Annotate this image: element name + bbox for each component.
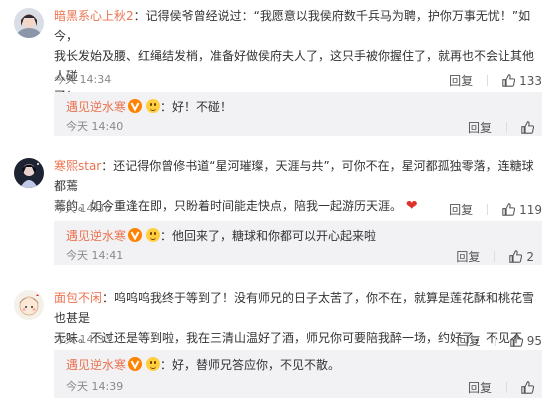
- emoji-smile-icon: [146, 228, 161, 242]
- comment-content: ：还记得你曾修书道“星河璀璨，天涯与共”，可你不在，星河都孤独零落，连糖球都蔫: [54, 159, 534, 193]
- divider: [494, 251, 496, 262]
- reply-username[interactable]: 遇见逆水寒: [66, 229, 126, 243]
- reply-text: 遇见逆水寒 ：好！不碰！: [66, 97, 534, 117]
- verified-badge-icon: [128, 357, 143, 371]
- avatar[interactable]: [14, 290, 44, 320]
- comment-actions: 回复 119: [449, 201, 542, 218]
- divider: [487, 75, 489, 86]
- comment-item: 暗黑系心上秋2：记得侯爷曾经说过：“我愿意以我侯府数千兵马为聘，护你万事无忧！”…: [0, 0, 550, 136]
- like-button[interactable]: 95: [510, 334, 542, 348]
- reply-username[interactable]: 遇见逆水寒: [66, 100, 126, 114]
- reply-box: 遇见逆水寒 ：好，替师兄答应你，不见不散。 今天 14:39 回复: [54, 350, 542, 398]
- comment-actions: 回复 133: [449, 72, 542, 89]
- divider: [506, 122, 507, 133]
- reply-box: 遇见逆水寒 ：好！不碰！ 今天 14:40 回复: [54, 92, 542, 136]
- emoji-smile-icon: [146, 357, 161, 371]
- thumbs-up-icon: [502, 74, 516, 87]
- comment-username[interactable]: 面包不闲: [54, 291, 102, 305]
- comment-text: 暗黑系心上秋2：记得侯爷曾经说过：“我愿意以我侯府数千兵马为聘，护你万事无忧！”…: [54, 6, 542, 106]
- reply-box: 遇见逆水寒 ：他回来了，糖球和你都可以开心起来啦 今天 14:41 回复 2: [54, 221, 542, 265]
- reply-time: 今天 14:39: [66, 380, 124, 393]
- divider: [494, 335, 496, 346]
- thumbs-up-icon: [521, 121, 534, 134]
- emoji-smile-icon: [146, 99, 161, 113]
- avatar[interactable]: [14, 8, 44, 38]
- like-count: 2: [526, 249, 534, 264]
- like-button[interactable]: 2: [509, 250, 534, 264]
- thumbs-up-icon: [510, 334, 523, 347]
- divider: [487, 204, 489, 215]
- reply-button[interactable]: 回复: [456, 248, 480, 265]
- reply-text: 遇见逆水寒 ：他回来了，糖球和你都可以开心起来啦: [66, 226, 534, 246]
- reply-actions: 回复: [468, 119, 534, 136]
- reply-content: ：他回来了，糖球和你都可以开心起来啦: [160, 229, 377, 243]
- comment-item: 寒熙star：还记得你曾修书道“星河璀璨，天涯与共”，可你不在，星河都孤独零落，…: [0, 150, 550, 270]
- reply-button[interactable]: 回复: [457, 332, 481, 349]
- reply-content: ：好，替师兄答应你，不见不散。: [160, 358, 341, 372]
- thumbs-up-icon: [502, 203, 516, 216]
- reply-actions: 回复: [468, 379, 534, 396]
- red-heart-icon: ❤: [405, 198, 418, 214]
- comment-time: 今天 14:36: [54, 202, 112, 215]
- verified-badge-icon: [128, 99, 143, 113]
- verified-badge-icon: [128, 228, 143, 242]
- divider: [506, 382, 507, 393]
- like-count: 95: [526, 333, 542, 348]
- reply-actions: 回复 2: [456, 248, 534, 265]
- reply-button[interactable]: 回复: [449, 201, 473, 218]
- like-count: 119: [519, 202, 542, 217]
- like-button[interactable]: 119: [502, 203, 542, 217]
- comment-item: 面包不闲：呜呜呜我终于等到了！没有师兄的日子太苦了，你不在，就算是莲花酥和桃花雪…: [0, 282, 550, 405]
- thumbs-up-icon: [521, 381, 534, 394]
- comment-username[interactable]: 暗黑系心上秋2: [54, 9, 134, 23]
- like-button[interactable]: 133: [502, 74, 542, 88]
- comment-content: ：呜呜呜我终于等到了！没有师兄的日子太苦了，你不在，就算是莲花酥和桃花雪也甚是: [54, 291, 535, 325]
- reply-button[interactable]: 回复: [468, 379, 492, 396]
- comment-actions: 回复 95: [457, 332, 542, 349]
- reply-content: ：好！不碰！: [160, 100, 233, 114]
- reply-username[interactable]: 遇见逆水寒: [66, 358, 126, 372]
- like-button[interactable]: [521, 121, 534, 134]
- reply-text: 遇见逆水寒 ：好，替师兄答应你，不见不散。: [66, 355, 534, 375]
- thumbs-up-icon: [509, 250, 523, 263]
- comment-time: 今天 14:34: [54, 73, 112, 86]
- reply-time: 今天 14:40: [66, 120, 124, 133]
- like-count: 133: [519, 73, 542, 88]
- like-button[interactable]: [521, 381, 534, 394]
- comment-time: 今天 14:33: [54, 333, 112, 346]
- reply-button[interactable]: 回复: [449, 72, 473, 89]
- comment-username[interactable]: 寒熙star: [54, 159, 101, 173]
- reply-button[interactable]: 回复: [468, 119, 492, 136]
- avatar[interactable]: [14, 158, 44, 188]
- reply-time: 今天 14:41: [66, 249, 124, 262]
